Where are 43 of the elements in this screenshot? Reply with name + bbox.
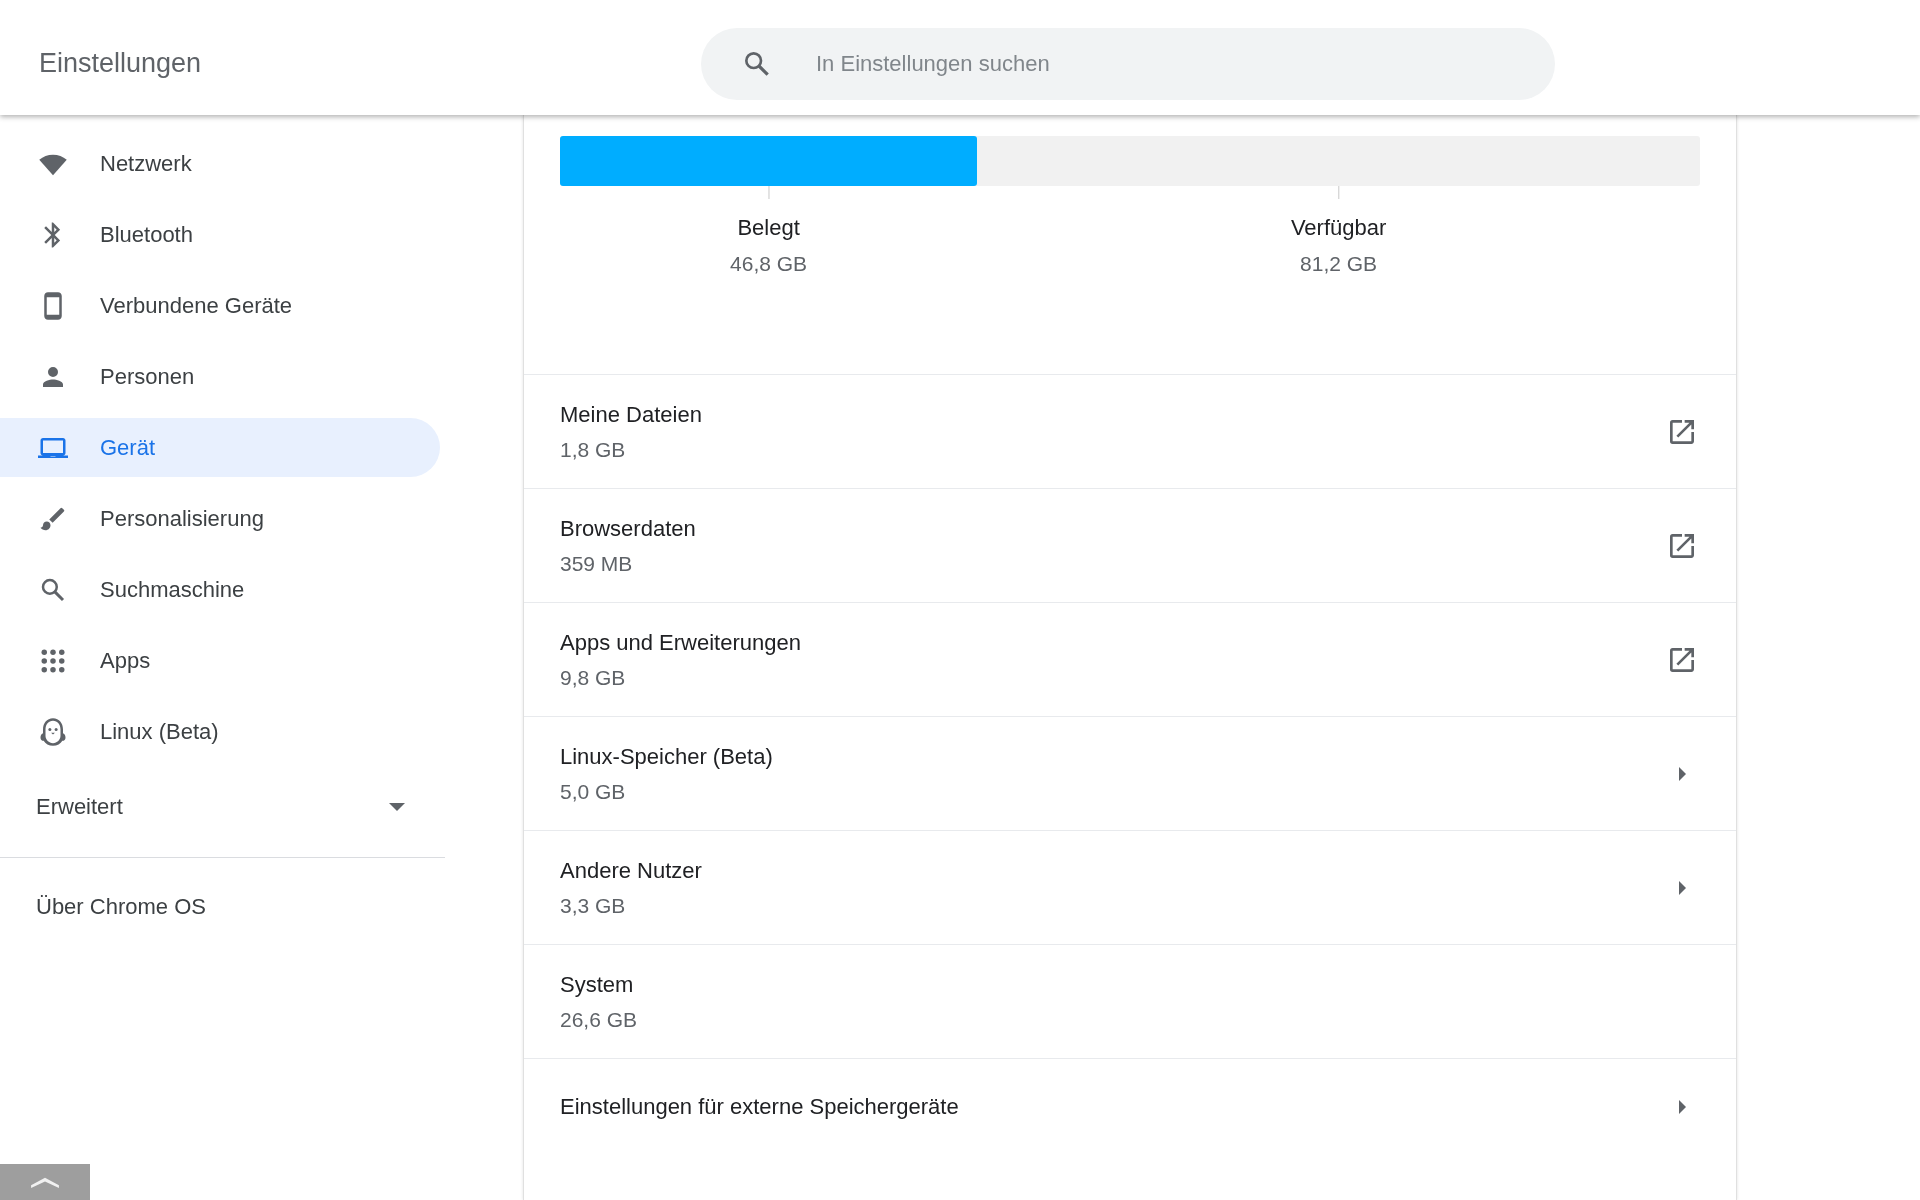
row-title: Apps und Erweiterungen <box>560 629 801 656</box>
sidebar-item[interactable]: Gerät <box>0 418 440 477</box>
storage-row[interactable]: Andere Nutzer 3,3 GB <box>524 831 1736 945</box>
arrow-right-icon <box>1679 880 1686 895</box>
row-size: 1,8 GB <box>560 437 627 462</box>
arrow-right-icon <box>1679 766 1686 781</box>
scroll-to-top-button[interactable] <box>0 1164 90 1200</box>
penguin-icon <box>38 716 68 747</box>
storage-row[interactable]: Browserdaten 359 MB <box>524 489 1736 603</box>
sidebar-item[interactable]: Linux (Beta) <box>0 702 440 761</box>
row-size: 9,8 GB <box>560 665 627 690</box>
used-value: 46,8 GB <box>730 252 808 276</box>
row-size: 5,0 GB <box>560 779 627 804</box>
row-title: Andere Nutzer <box>560 857 702 884</box>
sidebar-item[interactable]: Suchmaschine <box>0 560 440 619</box>
sidebar-item[interactable]: Personalisierung <box>0 489 440 548</box>
used-label: Belegt <box>737 215 800 241</box>
sidebar-item[interactable]: Apps <box>0 631 440 690</box>
app-title: Einstellungen <box>38 48 203 79</box>
row-size: 3,3 GB <box>560 893 627 918</box>
storage-row[interactable]: Apps und Erweiterungen 9,8 GB <box>524 603 1736 717</box>
storage-row[interactable]: Einstellungen für externe Speichergeräte <box>524 1059 1736 1144</box>
available-value: 81,2 GB <box>1300 252 1378 276</box>
sidebar-item[interactable]: Personen <box>0 347 440 406</box>
row-size: 26,6 GB <box>560 1007 638 1032</box>
sidebar-item[interactable]: Bluetooth <box>0 205 440 264</box>
arrow-right-icon <box>1679 1099 1686 1114</box>
search-field[interactable]: In Einstellungen suchen <box>701 27 1555 100</box>
available-label: Verfügbar <box>1290 215 1387 241</box>
about-link[interactable]: Über Chrome OS <box>0 858 445 956</box>
row-title: Einstellungen für externe Speichergeräte <box>560 1093 959 1120</box>
chevron-up-icon <box>31 1175 59 1189</box>
row-title: Linux-Speicher (Beta) <box>560 743 773 770</box>
caret-icon <box>389 803 405 811</box>
sidebar-item[interactable]: Verbundene Geräte <box>0 276 440 335</box>
row-title: Meine Dateien <box>560 401 702 428</box>
row-size: 359 MB <box>560 551 634 576</box>
advanced-section-toggle[interactable]: Erweitert <box>0 777 445 837</box>
storage-row[interactable]: Linux-Speicher (Beta) 5,0 GB <box>524 717 1736 831</box>
sidebar-item[interactable]: Netzwerk <box>0 134 440 193</box>
row-title: System <box>560 971 635 998</box>
row-title: Browserdaten <box>560 515 696 542</box>
storage-row[interactable]: Meine Dateien 1,8 GB <box>524 375 1736 489</box>
